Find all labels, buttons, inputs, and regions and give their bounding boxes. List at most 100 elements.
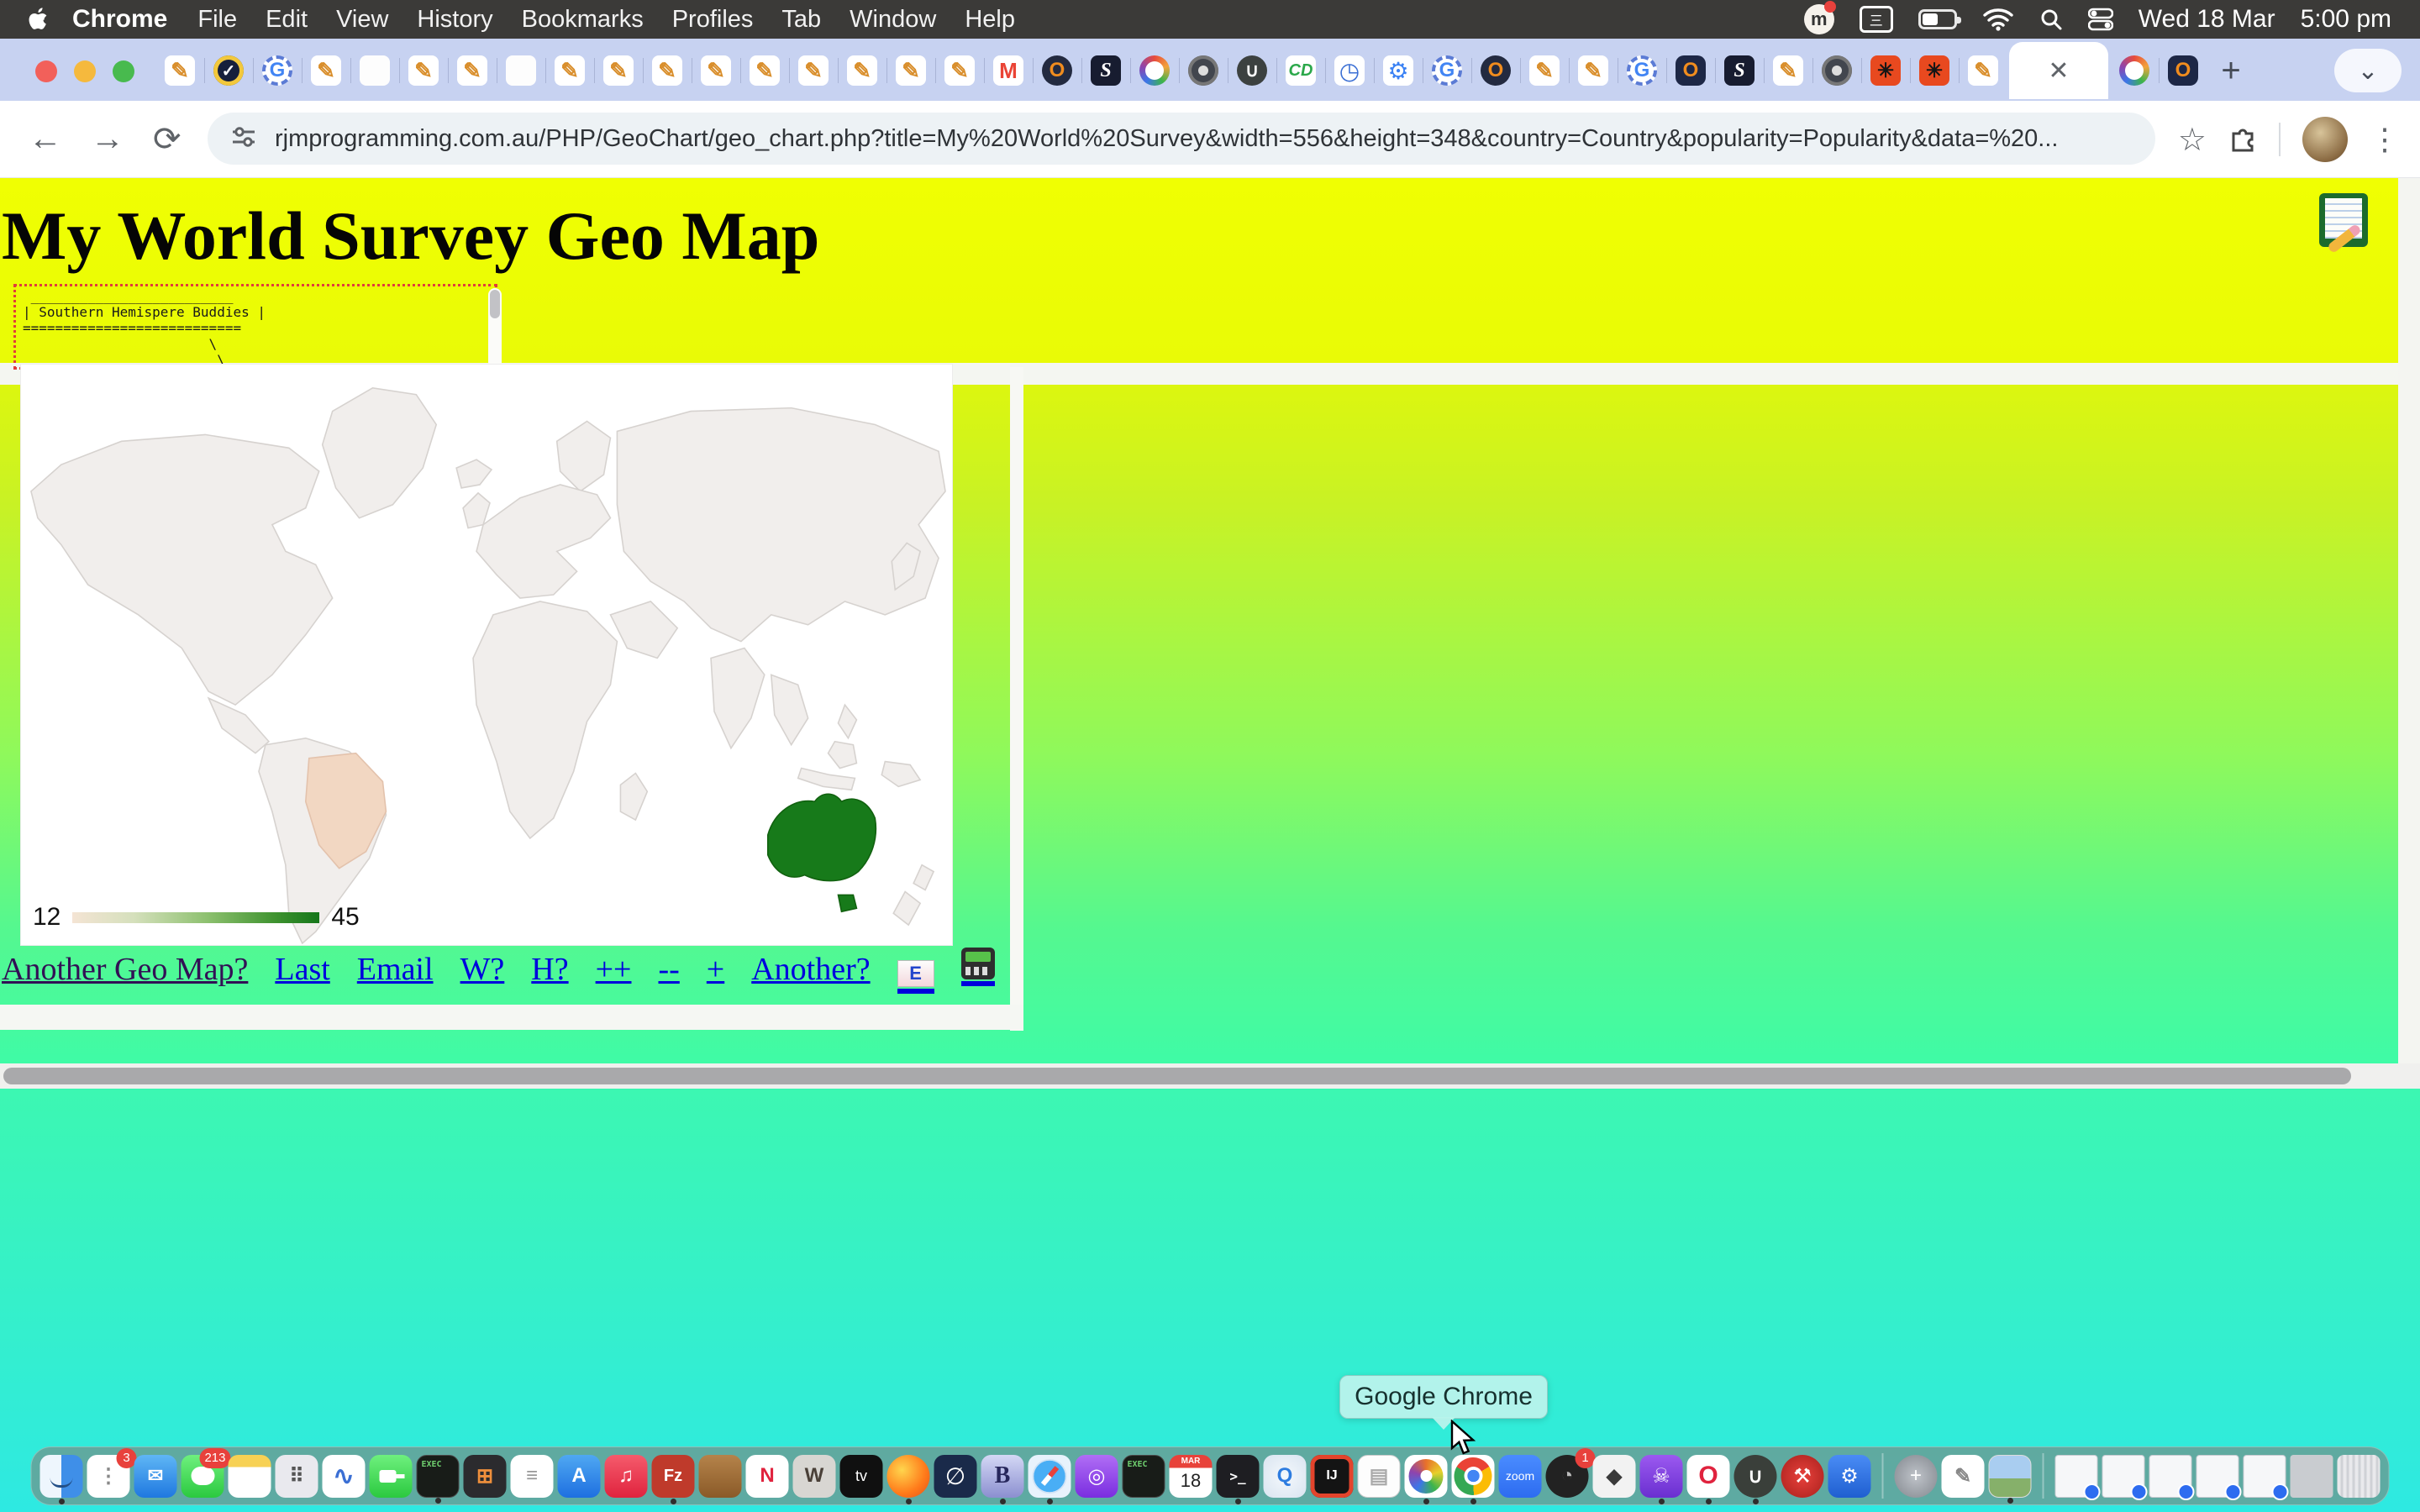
menu-item-help[interactable]: Help bbox=[965, 6, 1015, 33]
calculator-icon-link[interactable] bbox=[961, 948, 995, 986]
input-source-icon[interactable]: 三 bbox=[1860, 6, 1893, 33]
dock-redhammer-icon[interactable]: ⚒ bbox=[1781, 1455, 1824, 1498]
dock-mail-icon[interactable]: ✉ bbox=[134, 1455, 177, 1498]
menu-bar-date[interactable]: Wed 18 Mar bbox=[2139, 5, 2275, 34]
tab-history-clock-favicon[interactable] bbox=[1325, 46, 1374, 95]
dock-libredoc-icon[interactable]: ▤ bbox=[1358, 1455, 1401, 1498]
dock-palette-icon[interactable] bbox=[1405, 1455, 1448, 1498]
tab-pencil-favicon[interactable] bbox=[1569, 46, 1618, 95]
dock-finder-icon[interactable] bbox=[40, 1455, 83, 1498]
dock-winthumb-icon[interactable] bbox=[2244, 1455, 2286, 1498]
dock-skull-icon[interactable]: ☠ bbox=[1640, 1455, 1683, 1498]
forward-button[interactable]: → bbox=[91, 120, 124, 158]
dock-winthumb-icon[interactable] bbox=[2102, 1455, 2145, 1498]
email-envelope-icon-link[interactable]: E bbox=[897, 960, 934, 994]
link-another-geo-map[interactable]: Another Geo Map? bbox=[2, 951, 248, 988]
tab-gear-favicon[interactable] bbox=[1374, 46, 1423, 95]
dock-winthumb-icon[interactable] bbox=[2055, 1455, 2098, 1498]
dock-winthumb-icon[interactable] bbox=[2149, 1455, 2192, 1498]
dock-intellij-icon[interactable]: IJ bbox=[1311, 1455, 1354, 1498]
menu-bar-time[interactable]: 5:00 pm bbox=[2301, 5, 2391, 34]
tab-pencil-favicon[interactable] bbox=[448, 46, 497, 95]
tab-blank-favicon[interactable] bbox=[497, 46, 545, 95]
link-[interactable]: -- bbox=[658, 951, 679, 988]
dock-exec2-icon[interactable]: EXEC bbox=[1123, 1455, 1165, 1498]
window-minimize-button[interactable] bbox=[74, 60, 96, 82]
dock-access-icon[interactable]: + bbox=[1895, 1455, 1938, 1498]
dock-bbedit-icon[interactable]: B bbox=[981, 1455, 1024, 1498]
tab-chrome-gray-favicon[interactable] bbox=[1812, 46, 1861, 95]
tab-blank-favicon[interactable] bbox=[350, 46, 399, 95]
dock-exec-icon[interactable]: EXEC bbox=[417, 1455, 460, 1498]
link-another[interactable]: Another? bbox=[751, 951, 870, 988]
tab-close-icon[interactable]: ✕ bbox=[2048, 56, 2069, 86]
new-tab-button[interactable]: + bbox=[2207, 47, 2254, 94]
menu-item-bookmarks[interactable]: Bookmarks bbox=[522, 6, 644, 33]
dock-appletv-icon[interactable]: tv bbox=[840, 1455, 883, 1498]
bookmark-star-icon[interactable]: ☆ bbox=[2178, 121, 2207, 159]
tab-pencil-favicon[interactable] bbox=[740, 46, 789, 95]
tab-chrome-gray-favicon[interactable] bbox=[1179, 46, 1228, 95]
dock-safari-icon[interactable] bbox=[1028, 1455, 1071, 1498]
status-app-notification-icon[interactable]: m bbox=[1804, 4, 1834, 34]
control-center-icon[interactable] bbox=[2088, 7, 2113, 32]
link-h[interactable]: H? bbox=[531, 951, 568, 988]
menu-app-name[interactable]: Chrome bbox=[72, 5, 167, 34]
link-last[interactable]: Last bbox=[275, 951, 329, 988]
dock-textedit-icon[interactable]: ≡ bbox=[511, 1455, 554, 1498]
dock-gimp-icon[interactable]: W bbox=[793, 1455, 836, 1498]
dock-quicktime-icon[interactable]: Q bbox=[1264, 1455, 1307, 1498]
tab-pencil-favicon[interactable] bbox=[1959, 46, 2007, 95]
dock-blocker-icon[interactable]: ∅ bbox=[934, 1455, 977, 1498]
dock-trash-icon[interactable] bbox=[2338, 1455, 2381, 1498]
tab-red-hand-favicon[interactable] bbox=[1910, 46, 1959, 95]
dock-calculator-icon[interactable]: ⊞ bbox=[464, 1455, 507, 1498]
link-w[interactable]: W? bbox=[460, 951, 505, 988]
dock-zoom-icon[interactable]: zoom bbox=[1499, 1455, 1542, 1498]
tab-overflow-chevron-icon[interactable]: ⌄ bbox=[2334, 49, 2402, 92]
menu-item-tab[interactable]: Tab bbox=[781, 6, 821, 33]
geochart-world-map[interactable]: 12 45 bbox=[20, 364, 953, 946]
dock-appstore-icon[interactable]: A bbox=[558, 1455, 601, 1498]
tab-navy-o-favicon[interactable] bbox=[1666, 46, 1715, 95]
address-bar[interactable]: rjmprogramming.com.au/PHP/GeoChart/geo_c… bbox=[208, 113, 2155, 165]
dock-inkscape-icon[interactable]: ◆ bbox=[1593, 1455, 1636, 1498]
tab-pencil-favicon[interactable] bbox=[643, 46, 692, 95]
dock-chrome-icon[interactable] bbox=[1452, 1455, 1495, 1498]
dock-notespencil-icon[interactable]: ✎ bbox=[1942, 1455, 1985, 1498]
tab-pencil-favicon[interactable] bbox=[935, 46, 984, 95]
dock-news-icon[interactable]: N bbox=[746, 1455, 789, 1498]
dock-launchpad-icon[interactable]: ⠿ bbox=[276, 1455, 318, 1498]
tab-s-mono-favicon[interactable] bbox=[1081, 46, 1130, 95]
chrome-menu-icon[interactable]: ⋮ bbox=[2370, 122, 2400, 157]
dock-terminal-icon[interactable]: >_ bbox=[1217, 1455, 1260, 1498]
horizontal-scrollbar[interactable] bbox=[0, 1063, 2420, 1089]
dock-graysq-icon[interactable] bbox=[2291, 1455, 2333, 1498]
tab-check-favicon[interactable] bbox=[204, 46, 253, 95]
tab-red-hand-favicon[interactable] bbox=[1861, 46, 1910, 95]
tab-google-favicon[interactable] bbox=[1423, 46, 1471, 95]
tab-navy-o-favicon[interactable] bbox=[2159, 46, 2207, 95]
tab-pencil-favicon[interactable] bbox=[692, 46, 740, 95]
dock-calendar-icon[interactable]: MAR18 bbox=[1170, 1455, 1213, 1498]
window-zoom-button[interactable] bbox=[113, 60, 134, 82]
tab-pencil-favicon[interactable] bbox=[1520, 46, 1569, 95]
wifi-icon[interactable] bbox=[1982, 8, 2014, 31]
dock-facetime-icon[interactable] bbox=[370, 1455, 413, 1498]
dock-reminders-icon[interactable]: ⋮3 bbox=[87, 1455, 130, 1498]
dock-bluetool-icon[interactable]: ⚙ bbox=[1828, 1455, 1871, 1498]
dock-winthumb-icon[interactable] bbox=[2196, 1455, 2239, 1498]
back-button[interactable]: ← bbox=[29, 120, 62, 158]
dock-firefox-icon[interactable] bbox=[887, 1455, 930, 1498]
tab-pencil-favicon[interactable] bbox=[886, 46, 935, 95]
tab-dots-favicon[interactable] bbox=[1130, 46, 1179, 95]
tab-gmail-favicon[interactable] bbox=[984, 46, 1033, 95]
tab-s-mono-favicon[interactable] bbox=[1715, 46, 1764, 95]
menu-item-edit[interactable]: Edit bbox=[266, 6, 308, 33]
apple-menu-icon[interactable] bbox=[29, 7, 50, 32]
dock-podcasts-icon[interactable]: ◎ bbox=[1076, 1455, 1118, 1498]
tab-pencil-favicon[interactable] bbox=[594, 46, 643, 95]
dock-opera-icon[interactable]: O bbox=[1687, 1455, 1730, 1498]
dock-messages-icon[interactable]: 213 bbox=[182, 1455, 224, 1498]
dock-photoprev-icon[interactable] bbox=[1989, 1455, 2032, 1498]
